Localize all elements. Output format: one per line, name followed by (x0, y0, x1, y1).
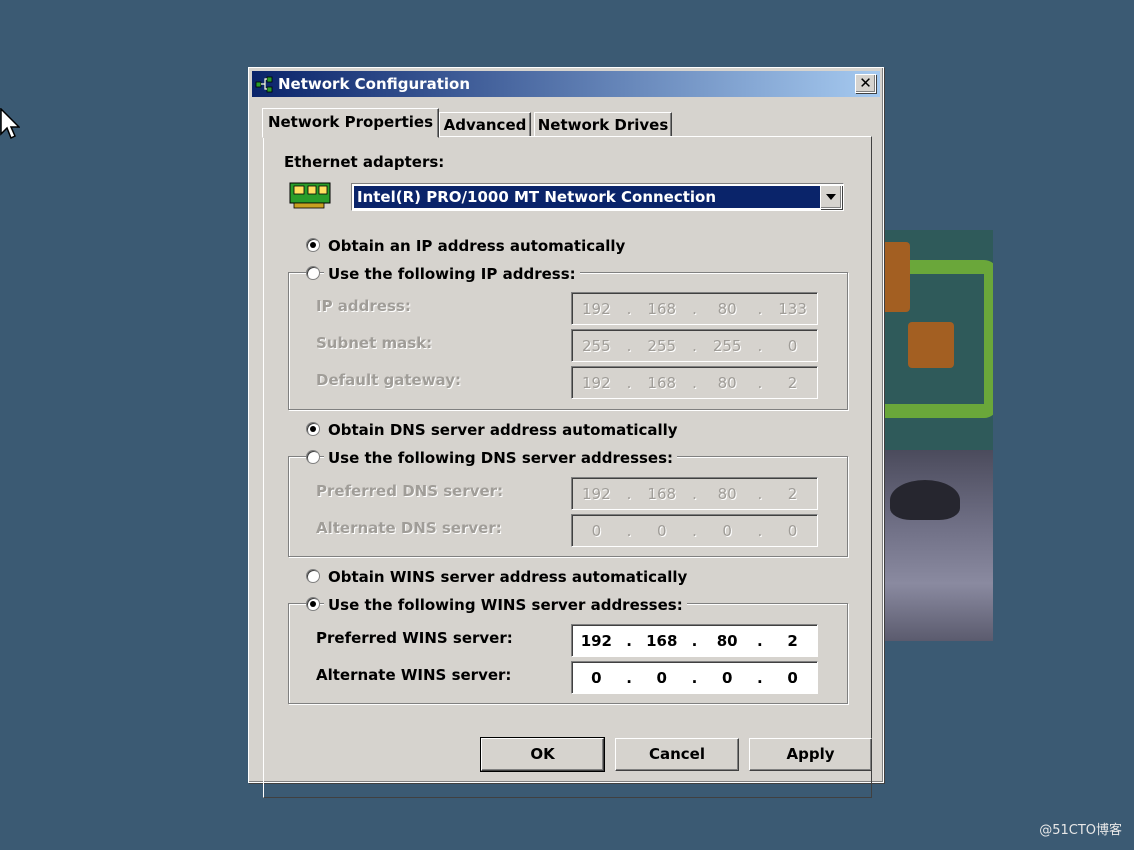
dns-manual-label: Use the following DNS server addresses: (324, 449, 678, 467)
dns-auto-radio[interactable] (306, 422, 320, 436)
watermark: @51CTO博客 (1039, 823, 1122, 838)
wins-manual-radio[interactable] (306, 597, 320, 611)
ip-auto-radio[interactable] (306, 238, 320, 252)
alternate-dns-field[interactable]: 0.0.0.0 (571, 514, 818, 547)
subnet-mask-field[interactable]: 255. 255. 255. 0 (571, 329, 818, 362)
ip-address-field[interactable]: 192. 168. 80. 133 (571, 292, 818, 325)
ethernet-adapters-label: Ethernet adapters: (284, 153, 445, 171)
dns-auto-label: Obtain DNS server address automatically (328, 421, 678, 439)
preferred-wins-field[interactable]: 192. 168. 80. 2 (571, 624, 818, 657)
close-button[interactable]: ✕ (855, 74, 876, 93)
subnet-mask-label: Subnet mask: (316, 334, 433, 352)
dns-manual-radio[interactable] (306, 450, 320, 464)
ip-manual-label: Use the following IP address: (324, 265, 580, 283)
ip-auto-label: Obtain an IP address automatically (328, 237, 626, 255)
network-icon (255, 76, 273, 93)
background-artwork (880, 230, 993, 641)
ip-address-label: IP address: (316, 297, 411, 315)
selected-adapter: Intel(R) PRO/1000 MT Network Connection (354, 186, 820, 208)
wins-auto-label: Obtain WINS server address automatically (328, 568, 688, 586)
alternate-dns-label: Alternate DNS server: (316, 519, 502, 537)
preferred-dns-label: Preferred DNS server: (316, 482, 504, 500)
wins-manual-label: Use the following WINS server addresses: (324, 596, 687, 614)
title-bar[interactable]: Network Configuration ✕ (252, 71, 880, 97)
cancel-button[interactable]: Cancel (615, 738, 739, 771)
network-adapter-icon (289, 182, 331, 209)
wins-auto-radio[interactable] (306, 569, 320, 583)
ethernet-adapter-select[interactable]: Intel(R) PRO/1000 MT Network Connection (351, 183, 844, 211)
preferred-wins-label: Preferred WINS server: (316, 629, 513, 647)
ip-manual-radio[interactable] (306, 266, 320, 280)
window-title: Network Configuration (278, 75, 470, 93)
apply-button[interactable]: Apply (749, 738, 872, 771)
ok-button[interactable]: OK (480, 737, 605, 772)
tab-label: Advanced (443, 116, 527, 134)
tab-label: Network Properties (267, 113, 434, 131)
default-gateway-label: Default gateway: (316, 371, 461, 389)
preferred-dns-field[interactable]: 192. 168. 80. 2 (571, 477, 818, 510)
tab-label: Network Drives (537, 116, 669, 134)
alternate-wins-label: Alternate WINS server: (316, 666, 512, 684)
tab-network-drives[interactable]: Network Drives (534, 112, 672, 137)
chevron-down-icon[interactable] (820, 185, 842, 209)
tab-advanced[interactable]: Advanced (439, 112, 531, 137)
default-gateway-field[interactable]: 192. 168. 80. 2 (571, 366, 818, 399)
tab-network-properties[interactable]: Network Properties (262, 108, 439, 138)
alternate-wins-field[interactable]: 0.0.0.0 (571, 661, 818, 694)
mouse-pointer-icon (0, 108, 20, 140)
close-icon: ✕ (859, 74, 872, 92)
